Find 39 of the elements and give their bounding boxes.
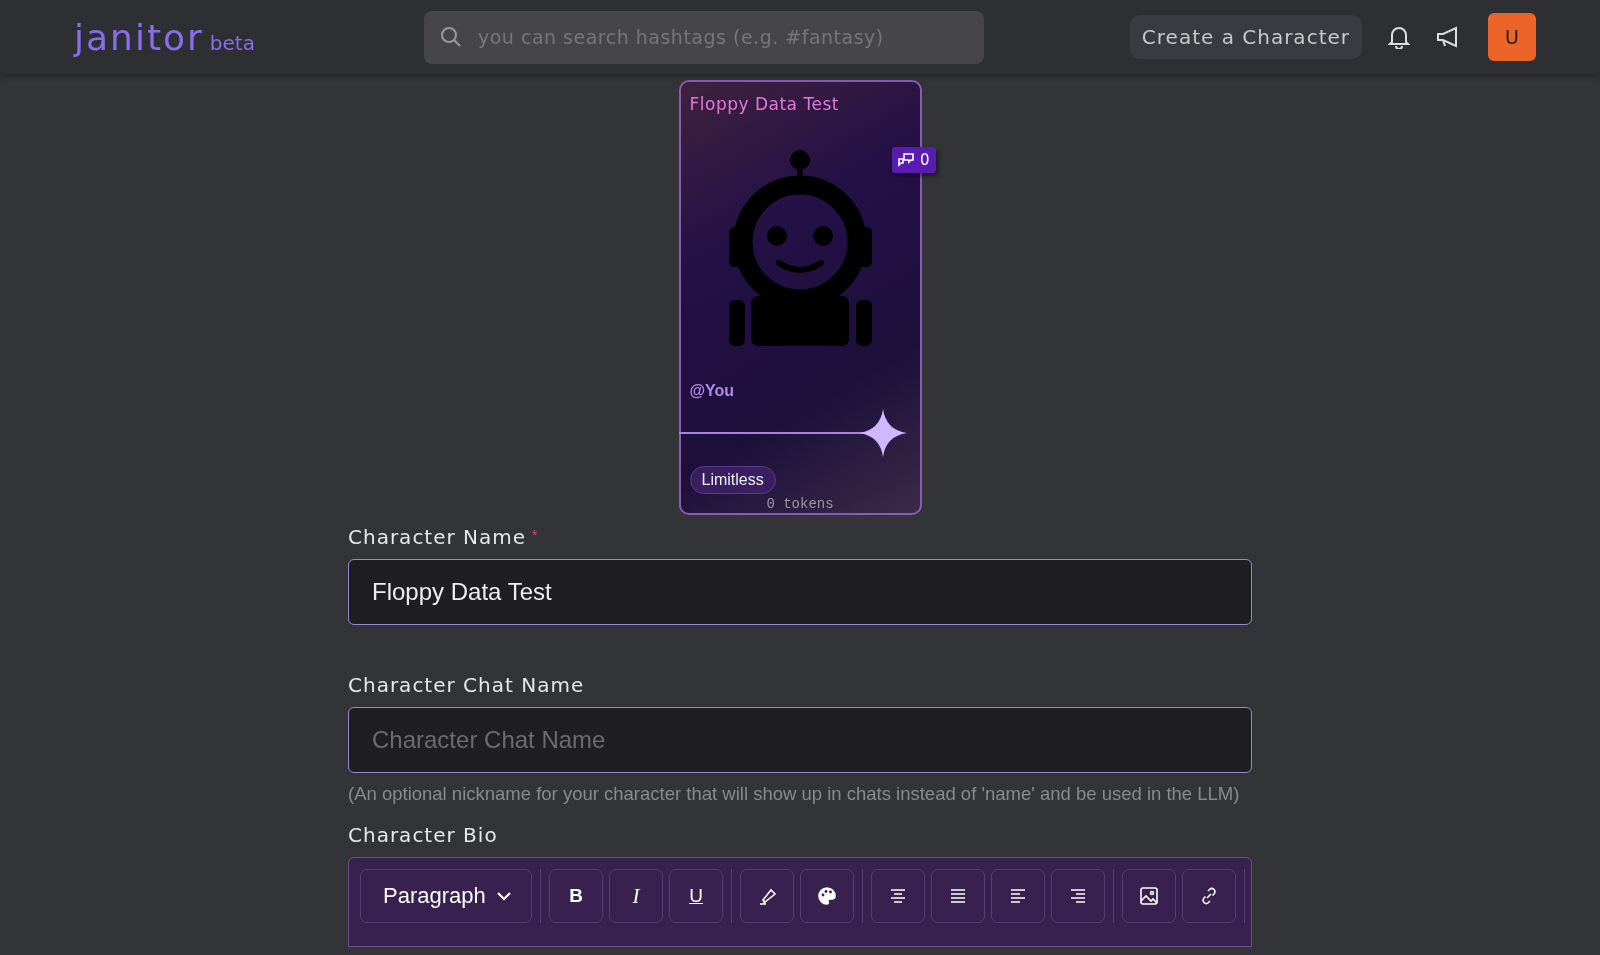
bell-icon[interactable] — [1388, 25, 1410, 49]
align-center-button[interactable] — [871, 869, 925, 923]
field-label: Character Name — [348, 525, 527, 549]
chevron-down-icon — [497, 891, 511, 901]
required-mark: * — [532, 527, 538, 543]
align-right-button[interactable] — [1051, 869, 1105, 923]
underline-button[interactable]: U — [669, 869, 723, 923]
card-title: Floppy Data Test — [689, 94, 839, 114]
italic-button[interactable]: I — [609, 869, 663, 923]
user-avatar[interactable]: U — [1488, 13, 1536, 61]
image-icon — [1139, 886, 1159, 906]
align-left-button[interactable] — [991, 869, 1045, 923]
tag-chip[interactable]: Limitless — [689, 466, 776, 494]
align-center-icon — [888, 886, 908, 906]
align-right-icon — [1068, 886, 1088, 906]
highlighter-icon — [757, 886, 777, 906]
align-justify-icon — [948, 886, 968, 906]
beta-label: beta — [209, 30, 255, 55]
palette-icon — [817, 886, 837, 906]
field-label: Character Chat Name — [348, 673, 585, 697]
text-input[interactable]: Character Chat Name — [348, 707, 1252, 773]
link-icon — [1199, 886, 1219, 906]
creator-name[interactable]: @You — [689, 382, 735, 400]
token-count: 0 tokens — [765, 496, 835, 512]
chat-count-badge: 0 — [891, 147, 936, 173]
align-left-icon — [1008, 886, 1028, 906]
search-icon — [440, 26, 462, 48]
highlight-button[interactable] — [740, 869, 794, 923]
format-dropdown[interactable]: Paragraph — [360, 869, 532, 923]
create-character-button[interactable]: Create a Character — [1129, 15, 1362, 59]
field-hint: (An optional nickname for your character that will show up in chats instead of 'name' and be used in the LLM) — [348, 783, 1241, 805]
bold-button[interactable]: B — [549, 869, 603, 923]
text-input[interactable]: Floppy Data Test — [348, 559, 1252, 625]
field-label: Character Bio — [348, 822, 499, 849]
insert-link-button[interactable] — [1182, 869, 1236, 923]
justify-button[interactable] — [931, 869, 985, 923]
chat-icon — [897, 152, 914, 168]
insert-image-button[interactable] — [1122, 869, 1176, 923]
text-color-button[interactable] — [800, 869, 854, 923]
